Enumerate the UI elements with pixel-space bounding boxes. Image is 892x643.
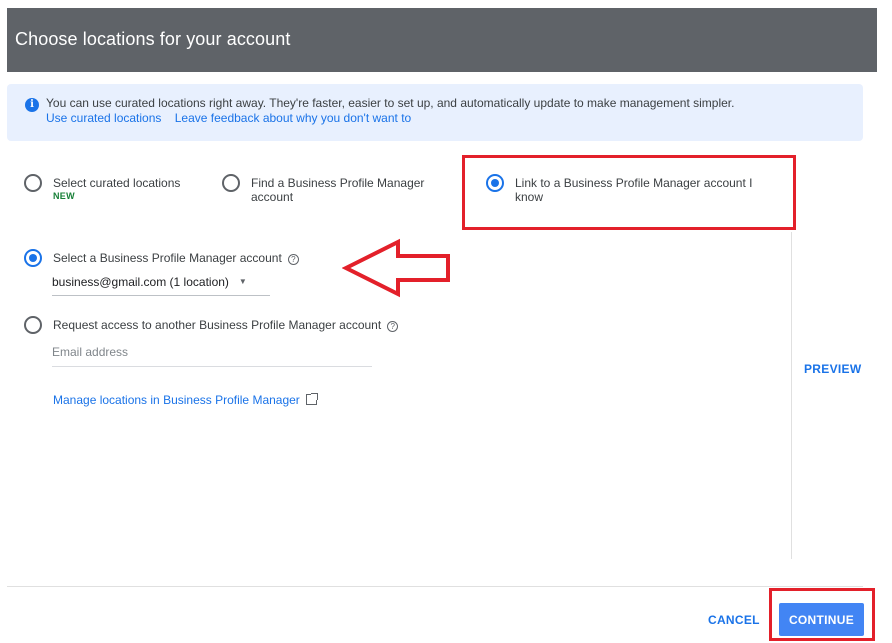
- help-icon[interactable]: ?: [387, 321, 399, 332]
- external-link-icon: [305, 393, 318, 405]
- email-address-input[interactable]: Email address: [52, 341, 372, 367]
- account-select-value: business@gmail.com (1 location): [52, 275, 229, 289]
- dialog-title: Choose locations for your account: [15, 29, 291, 49]
- email-address-placeholder: Email address: [52, 345, 129, 359]
- banner-message: You can use curated locations right away…: [46, 96, 735, 110]
- use-curated-locations-link[interactable]: Use curated locations: [46, 111, 161, 125]
- cancel-button[interactable]: CANCEL: [708, 613, 760, 627]
- account-select-dropdown[interactable]: business@gmail.com (1 location) ▼: [52, 272, 270, 296]
- banner-links: Use curated locations Leave feedback abo…: [46, 111, 863, 126]
- request-access-label-text: Request access to another Business Profi…: [53, 318, 382, 332]
- radio-request-access[interactable]: [24, 316, 42, 334]
- preview-button[interactable]: PREVIEW: [804, 362, 861, 376]
- radio-select-curated-locations[interactable]: [24, 174, 42, 192]
- help-icon[interactable]: ?: [287, 254, 299, 265]
- option-label-curated: Select curated locations: [53, 176, 181, 190]
- annotation-highlight-link-option: [462, 155, 796, 230]
- new-badge: NEW: [53, 191, 75, 201]
- select-account-label-text: Select a Business Profile Manager accoun…: [53, 251, 282, 265]
- info-icon: i: [25, 98, 39, 112]
- leave-feedback-link[interactable]: Leave feedback about why you don't want …: [175, 111, 411, 125]
- dialog-header: Choose locations for your account: [7, 8, 877, 72]
- manage-locations-link-text: Manage locations in Business Profile Man…: [53, 393, 300, 407]
- annotation-highlight-continue: [769, 588, 875, 641]
- manage-locations-link[interactable]: Manage locations in Business Profile Man…: [53, 393, 318, 407]
- vertical-divider: [791, 232, 792, 559]
- curated-locations-banner: i You can use curated locations right aw…: [7, 84, 863, 141]
- select-account-label: Select a Business Profile Manager accoun…: [53, 251, 299, 265]
- annotation-arrow-icon: [342, 238, 450, 298]
- radio-select-bpm-account[interactable]: [24, 249, 42, 267]
- footer-divider: [7, 586, 863, 587]
- radio-find-business-profile-account[interactable]: [222, 174, 240, 192]
- dropdown-caret-icon: ▼: [238, 277, 247, 286]
- option-label-find: Find a Business Profile Manager account: [251, 176, 425, 204]
- request-access-label: Request access to another Business Profi…: [53, 318, 399, 332]
